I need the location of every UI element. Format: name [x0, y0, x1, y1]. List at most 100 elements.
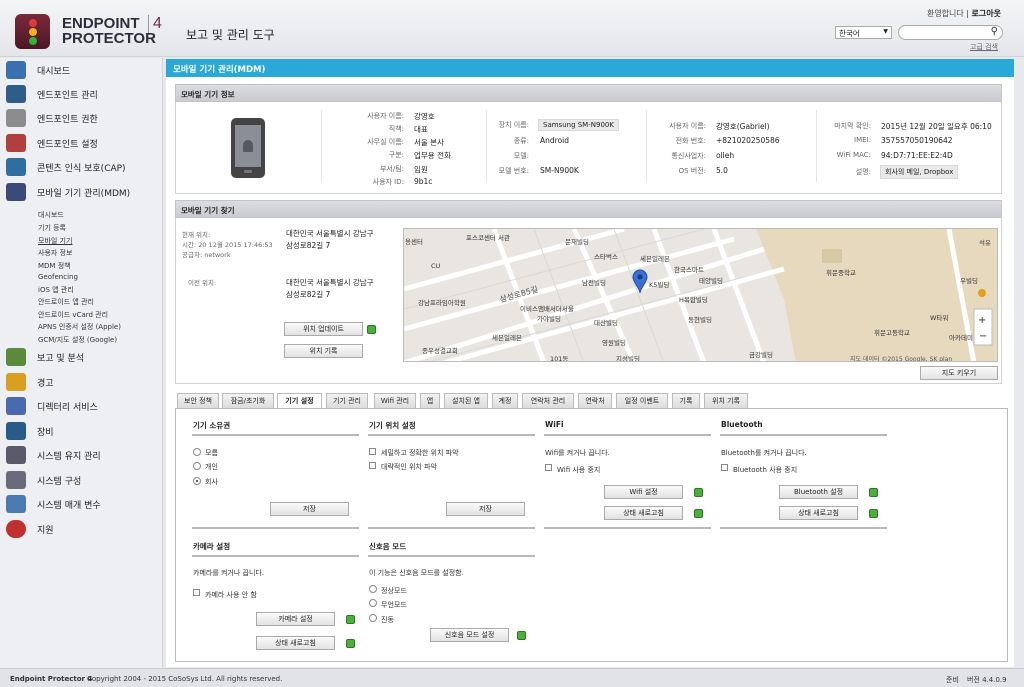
sub-item-user-info[interactable]: 사용자 정보	[38, 248, 72, 258]
label-title: 직책:	[388, 125, 404, 133]
sidebar-item-maintenance[interactable]: 시스템 유지 관리	[0, 443, 163, 467]
tab-calendar-events[interactable]: 일정 이벤트	[616, 393, 668, 409]
sidebar-item-endpoint-settings[interactable]: 엔드포인트 설정	[0, 131, 163, 155]
ownership-company-radio[interactable]	[193, 477, 201, 485]
section-divider	[368, 527, 535, 529]
ownership-unknown-radio[interactable]	[193, 448, 201, 456]
tab-location-history[interactable]: 위치 기록	[704, 393, 748, 409]
advanced-search-link[interactable]: 고급 검색	[970, 42, 998, 52]
wifi-disable-checkbox[interactable]	[545, 464, 552, 471]
support-icon	[6, 520, 26, 538]
footer-status: 준비	[946, 676, 959, 684]
map-label: CU	[431, 262, 441, 270]
wifi-refresh-button[interactable]: 상태 새로고침	[604, 506, 683, 520]
section-divider	[192, 434, 359, 436]
map-label: W타워	[930, 314, 949, 322]
location-save-button[interactable]: 저장	[446, 502, 525, 516]
search-icon[interactable]: ⚲	[991, 26, 998, 37]
device-info-panel: 사용자 이름: 강영호 직책: 대표 사무실 이름: 서울 본사 구분: 업무용…	[175, 102, 1002, 194]
tab-contacts[interactable]: 연락처	[578, 393, 612, 409]
sub-item-mobile-devices[interactable]: 모바일 기기	[38, 236, 72, 246]
sub-item-dashboard[interactable]: 대시보드	[38, 210, 64, 220]
status-ok-icon	[346, 615, 355, 624]
bluetooth-disable-checkbox[interactable]	[721, 464, 728, 471]
location-history-button[interactable]: 위치 기록	[284, 344, 363, 358]
location-map[interactable]: 포스코센터 서관 문재빌딩 스타벅스 세븐일레븐 한국스마트 태양빌딩 남전빌딩…	[403, 228, 998, 362]
location-settings-title: 기기 위치 설정	[369, 421, 416, 430]
sub-item-android-vcard[interactable]: 안드로이드 vCard 관리	[38, 310, 108, 320]
tab-wifi-management[interactable]: Wifi 관리	[374, 393, 416, 409]
tab-lock-wipe[interactable]: 잠금/초기화	[222, 393, 274, 409]
status-ok-icon	[869, 488, 878, 497]
ringer-normal-radio[interactable]	[369, 585, 377, 593]
sidebar-item-endpoint-management[interactable]: 엔드포인트 관리	[0, 82, 163, 106]
sidebar-item-mdm[interactable]: 모바일 기기 관리(MDM)	[0, 180, 163, 204]
tablet-icon	[6, 183, 26, 201]
fine-location-checkbox[interactable]	[369, 448, 376, 455]
bluetooth-refresh-button[interactable]: 상태 새로고침	[779, 506, 858, 520]
ownership-save-button[interactable]: 저장	[270, 502, 349, 516]
camera-settings-button[interactable]: 카메라 설정	[256, 612, 335, 626]
sub-item-android-apps[interactable]: 안드로이드 앱 관리	[38, 297, 94, 307]
value-last-seen: 2015년 12월 20일 일요후 06:10	[881, 122, 992, 131]
ringer-vibrate-radio[interactable]	[369, 614, 377, 622]
bluetooth-disable-label: Bluetooth 사용 중지	[733, 466, 798, 474]
sidebar-item-reports[interactable]: 보고 및 분석	[0, 345, 163, 369]
tab-installed-apps[interactable]: 설치된 앱	[444, 393, 488, 409]
location-time: 시간: 20 12월 2015 17:46:53	[182, 241, 273, 249]
sub-item-ios-apps[interactable]: iOS 앱 관리	[38, 285, 74, 295]
tab-contact-management[interactable]: 연락처 관리	[522, 393, 574, 409]
sidebar-item-label: 대시보드	[37, 67, 71, 77]
sidebar-item-dashboard[interactable]: 대시보드	[0, 58, 163, 82]
sidebar-item-appliance[interactable]: 장비	[0, 419, 163, 443]
dropdown-arrow-icon: ▼	[883, 28, 888, 35]
sub-item-gcm[interactable]: GCM/지도 설정 (Google)	[38, 335, 117, 345]
sidebar-item-endpoint-rights[interactable]: 엔드포인트 권한	[0, 106, 163, 130]
enlarge-map-button[interactable]: 지도 키우기	[920, 366, 998, 380]
tab-accounts[interactable]: 계정	[492, 393, 518, 409]
sidebar-item-support[interactable]: 지원	[0, 517, 163, 541]
value-phone-user: 강영호(Gabriel)	[716, 122, 770, 131]
coarse-location-checkbox[interactable]	[369, 462, 376, 469]
tab-device-management[interactable]: 기기 관리	[326, 393, 368, 409]
logout-link[interactable]: 로그아웃	[972, 9, 1001, 18]
sidebar-item-configuration[interactable]: 시스템 구성	[0, 468, 163, 492]
ringer-settings-button[interactable]: 신호음 모드 설정	[430, 628, 509, 642]
bluetooth-settings-button[interactable]: Bluetooth 설정	[779, 485, 858, 499]
value-imei: 357557050190642	[881, 136, 953, 145]
sub-item-device-enrollment[interactable]: 기기 등록	[38, 223, 66, 233]
sidebar-item-directory[interactable]: 디렉터리 서비스	[0, 394, 163, 418]
tab-security-policy[interactable]: 보안 정책	[177, 393, 219, 409]
ringer-silent-radio[interactable]	[369, 599, 377, 607]
ownership-personal-radio[interactable]	[193, 462, 201, 470]
camera-refresh-button[interactable]: 상태 새로고침	[256, 636, 335, 650]
search-input[interactable]: ⚲	[898, 25, 1003, 40]
sidebar-item-alerts[interactable]: 경고	[0, 370, 163, 394]
tools-icon	[6, 134, 26, 152]
label-user-id: 사용자 ID:	[372, 178, 404, 186]
zoom-out-icon[interactable]: −	[979, 331, 987, 342]
dashboard-icon	[6, 61, 26, 79]
footer-brand: Endpoint Protector 4	[10, 675, 93, 683]
status-ok-icon	[346, 639, 355, 648]
map-label: 스타벅스	[594, 253, 618, 261]
update-location-button[interactable]: 위치 업데이트	[284, 322, 363, 336]
label-carrier: 통신사업자:	[671, 152, 706, 160]
sub-item-apns[interactable]: APNS 인증서 설정 (Apple)	[38, 322, 121, 332]
label-model-number: 모델 번호:	[498, 167, 529, 175]
tab-apps[interactable]: 앱	[420, 393, 440, 409]
sub-item-mdm-policy[interactable]: MDM 정책	[38, 261, 71, 271]
language-select[interactable]: 한국어 ▼	[835, 26, 892, 39]
sidebar-item-parameters[interactable]: 시스템 매개 변수	[0, 492, 163, 516]
wifi-settings-button[interactable]: Wifi 설정	[604, 485, 683, 499]
camera-disable-checkbox[interactable]	[193, 589, 200, 596]
sidebar-item-cap[interactable]: 콘텐츠 인식 보호(CAP)	[0, 155, 163, 179]
camera-title: 카메라 설정	[193, 542, 231, 551]
zoom-in-icon[interactable]: +	[978, 315, 986, 326]
sub-item-geofencing[interactable]: Geofencing	[38, 273, 78, 281]
tab-history[interactable]: 기록	[672, 393, 700, 409]
section-divider	[720, 527, 887, 529]
tab-device-settings[interactable]: 기기 설정	[277, 393, 322, 409]
section-divider	[192, 527, 359, 529]
value-kind: Android	[540, 136, 569, 145]
